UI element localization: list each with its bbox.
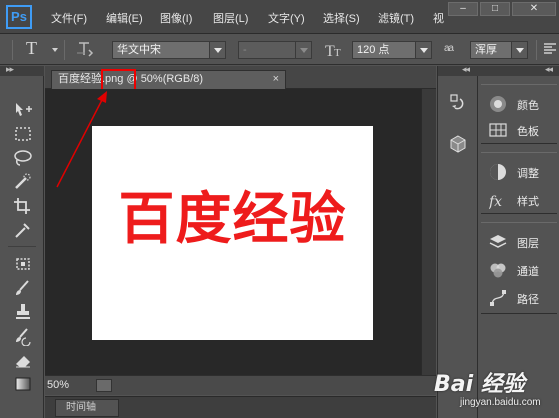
chevron-down-icon: [209, 42, 225, 58]
quick-selection-tool-icon[interactable]: [12, 172, 34, 192]
panel-adjustments-label: 调整: [517, 168, 539, 180]
move-tool-icon[interactable]: [12, 100, 34, 120]
document-canvas[interactable]: 百度经验: [92, 126, 373, 340]
brush-tool-icon[interactable]: [12, 278, 34, 298]
font-style-value: -: [243, 44, 247, 56]
antialias-select[interactable]: 浑厚: [470, 41, 528, 59]
panel-layers-label: 图层: [517, 238, 539, 250]
menu-select[interactable]: 选择(S): [323, 10, 360, 26]
antialias-value: 浑厚: [475, 44, 497, 56]
menu-file[interactable]: 文件(F): [51, 10, 87, 26]
options-bar: T 华文中宋 - TT 120 点 a a 浑厚: [0, 34, 559, 65]
timeline-panel: 时间轴: [45, 396, 436, 418]
canvas-text: 百度经验: [118, 186, 347, 252]
tools-panel: ▸▸: [0, 64, 44, 418]
chevron-down-icon: [295, 42, 311, 58]
panel-color-label: 颜色: [517, 100, 539, 112]
baidu-jingyan-watermark: Bai 经验 jingyan.baidu.com: [424, 366, 557, 416]
minimize-button[interactable]: –: [448, 2, 478, 16]
close-window-button[interactable]: ✕: [512, 2, 556, 16]
menu-image[interactable]: 图像(I): [160, 10, 192, 26]
tool-preset-chevron-down-icon[interactable]: [52, 48, 58, 52]
history-brush-tool-icon[interactable]: [12, 326, 34, 347]
panel-styles-label: 样式: [517, 196, 539, 208]
menu-edit[interactable]: 编辑(E): [106, 10, 143, 26]
timeline-tab[interactable]: 时间轴: [55, 399, 119, 417]
styles-icon: fx: [488, 191, 507, 210]
watermark-logo-text: Bai 经验: [434, 372, 525, 397]
eyedropper-tool-icon[interactable]: [12, 220, 34, 240]
panel-swatches[interactable]: 色板: [487, 119, 557, 141]
panel-paths[interactable]: 路径: [487, 287, 557, 309]
tools-separator: [8, 246, 36, 247]
menu-view[interactable]: 视: [433, 10, 444, 26]
tools-panel-grip[interactable]: ▸▸: [0, 64, 44, 76]
menu-bar: Ps 文件(F) 编辑(E) 图像(I) 图层(L) 文字(Y) 选择(S) 滤…: [0, 0, 559, 34]
annotation-highlight-box: [101, 69, 136, 91]
adjustments-panel-group: 调整 fx 样式: [481, 152, 557, 214]
crop-tool-icon[interactable]: [12, 196, 34, 216]
options-separator: [64, 40, 65, 60]
font-family-select[interactable]: 华文中宋: [112, 41, 226, 59]
layers-panel-group: 图层 通道 路径: [481, 222, 557, 314]
panel-channels[interactable]: 通道: [487, 259, 557, 281]
svg-text:T: T: [334, 47, 341, 59]
swatches-icon: [489, 121, 507, 139]
panel-color[interactable]: 颜色: [487, 93, 557, 115]
healing-brush-tool-icon[interactable]: [12, 254, 34, 274]
svg-text:fx: fx: [489, 194, 502, 209]
close-document-icon[interactable]: ×: [273, 71, 279, 88]
panel-styles[interactable]: fx 样式: [487, 189, 557, 211]
options-grip: [12, 40, 13, 60]
font-family-value: 华文中宋: [117, 44, 161, 56]
panel-adjustments[interactable]: 调整: [487, 161, 557, 183]
antialias-icon: a a: [444, 43, 454, 54]
panel-paths-label: 路径: [517, 294, 539, 306]
text-tool-preset-icon[interactable]: T: [26, 38, 37, 59]
3d-panel-icon[interactable]: [448, 134, 468, 154]
restore-button[interactable]: □: [480, 2, 510, 16]
chevron-down-icon: [511, 42, 527, 58]
photoshop-window: Ps 文件(F) 编辑(E) 图像(I) 图层(L) 文字(Y) 选择(S) 滤…: [0, 0, 559, 418]
right-dock-grip[interactable]: ◂◂: [479, 64, 559, 76]
document-tab[interactable]: 百度经验.png @ 50%(RGB/8) ×: [51, 70, 286, 89]
font-style-select[interactable]: -: [238, 41, 312, 59]
paths-icon: [489, 289, 507, 307]
font-size-icon: TT: [325, 41, 345, 62]
chevron-down-icon: [415, 42, 431, 58]
vertical-scrollbar[interactable]: [421, 89, 436, 375]
panel-layers[interactable]: 图层: [487, 231, 557, 253]
menu-layer[interactable]: 图层(L): [213, 10, 248, 26]
zoom-level[interactable]: 50%: [47, 379, 69, 391]
menu-type[interactable]: 文字(Y): [268, 10, 305, 26]
layers-icon: [489, 233, 507, 251]
text-align-left-icon[interactable]: [543, 42, 557, 59]
color-panel-group: 颜色 色板: [481, 84, 557, 144]
watermark-url: jingyan.baidu.com: [460, 397, 541, 408]
menu-filter[interactable]: 滤镜(T): [378, 10, 414, 26]
history-panel-icon[interactable]: [448, 93, 468, 113]
photoshop-logo: Ps: [6, 5, 32, 29]
dock-grip[interactable]: ◂◂: [438, 64, 479, 76]
font-size-value: 120 点: [357, 44, 390, 56]
toggle-text-orientation-icon[interactable]: [75, 40, 95, 61]
window-controls: – □ ✕: [446, 0, 559, 18]
font-size-select[interactable]: 120 点: [352, 41, 432, 59]
adjustments-icon: [489, 163, 507, 181]
status-bar: 50%: [45, 375, 436, 395]
gradient-tool-icon[interactable]: [12, 374, 34, 394]
lasso-tool-icon[interactable]: [12, 148, 34, 168]
clone-stamp-tool-icon[interactable]: [12, 302, 34, 322]
color-icon: [489, 95, 507, 113]
channels-icon: [489, 261, 507, 279]
panel-channels-label: 通道: [517, 266, 539, 278]
options-separator: [536, 40, 537, 60]
document-info-icon[interactable]: [96, 379, 112, 392]
panel-swatches-label: 色板: [517, 126, 539, 138]
marquee-tool-icon[interactable]: [12, 124, 34, 144]
eraser-tool-icon[interactable]: [12, 350, 34, 370]
